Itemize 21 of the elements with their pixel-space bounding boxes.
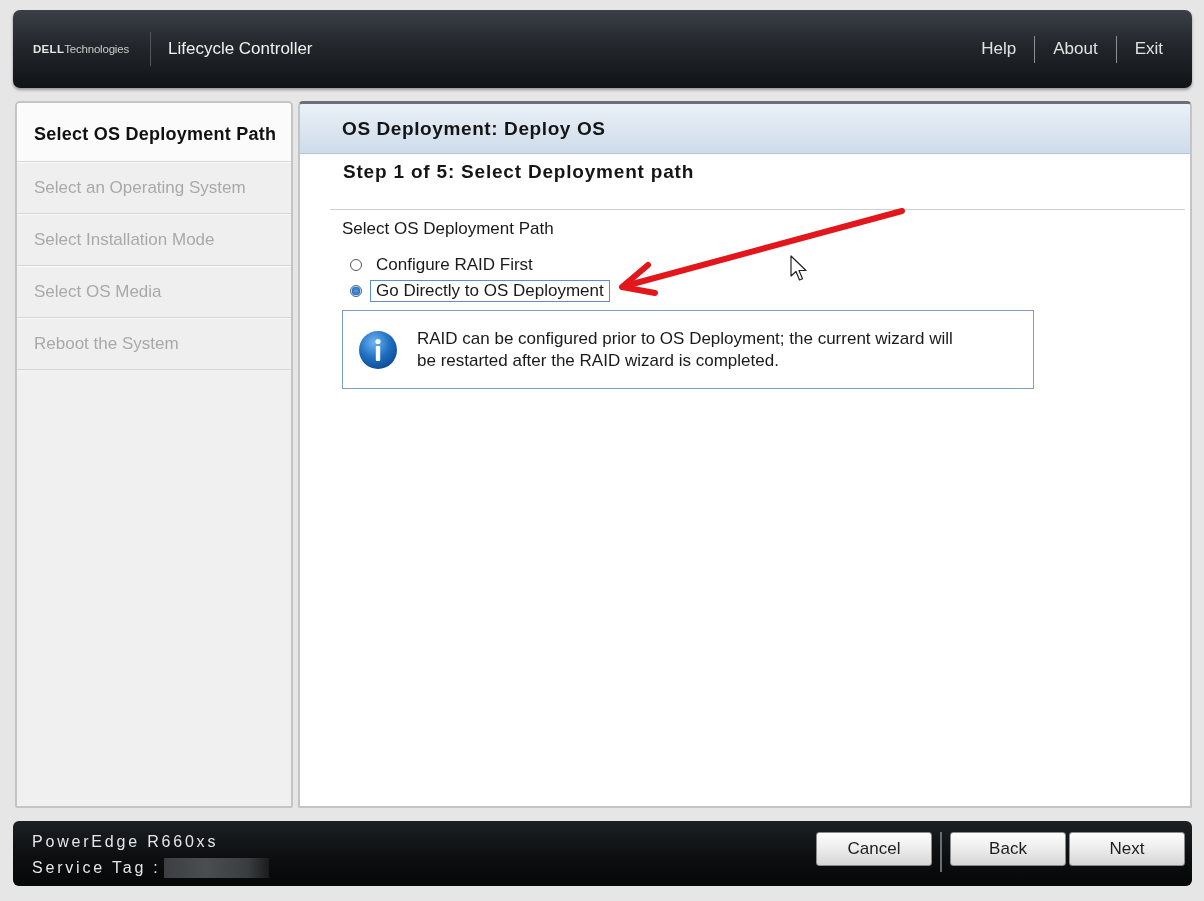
header-link[interactable]: Help xyxy=(981,39,1017,59)
info-message: RAID can be configured prior to OS Deployment; the current wizard will be restarted after the RAID wizard is completed. xyxy=(417,327,954,372)
info-icon xyxy=(359,330,397,369)
step-heading: Step 1 of 5: Select Deployment path xyxy=(342,160,696,184)
footer-button[interactable]: Next xyxy=(1069,832,1185,866)
app-title: Lifecycle Controller xyxy=(167,39,313,59)
wizard-step[interactable]: Select OS Deployment Path xyxy=(17,103,291,162)
service-tag-label: Service Tag : xyxy=(32,859,161,877)
radio-button[interactable] xyxy=(350,285,362,297)
panel-title: OS Deployment: Deploy OS xyxy=(342,117,606,140)
mouse-cursor-icon xyxy=(790,255,807,281)
footer-button[interactable]: Back xyxy=(950,832,1066,866)
radio-button[interactable] xyxy=(350,259,362,271)
header-link[interactable]: About xyxy=(1053,39,1098,59)
header-link[interactable]: Exit xyxy=(1134,39,1163,59)
brand-logo: DELLTechnologies xyxy=(33,43,129,55)
model-name: PowerEdge R660xs xyxy=(32,833,219,851)
footer-button[interactable]: Cancel xyxy=(816,832,932,866)
group-label: Select OS Deployment Path xyxy=(342,219,555,239)
radio-label[interactable]: Configure RAID First xyxy=(370,254,539,276)
radio-label[interactable]: Go Directly to OS Deployment xyxy=(370,280,610,302)
